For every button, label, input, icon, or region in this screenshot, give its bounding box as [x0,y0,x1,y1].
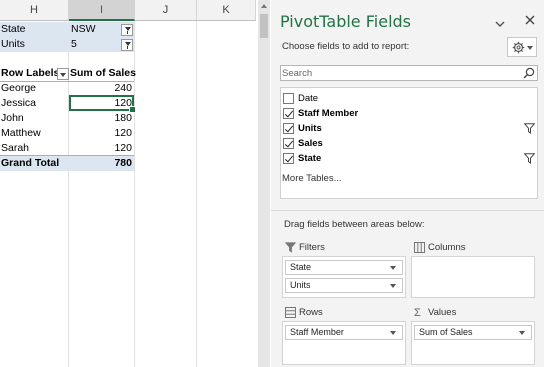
pivot-row-value[interactable]: 120 [69,141,134,156]
gear-icon [512,41,525,57]
filter-dropdown-units-icon[interactable] [121,39,133,51]
filter-field-units[interactable]: Units [0,37,69,52]
values-drop-zone[interactable]: Sum of Sales [411,321,535,365]
active-cell-cursor [69,95,136,113]
field-label: Units [298,123,322,134]
more-tables-link[interactable]: More Tables... [281,173,342,184]
field-item-units[interactable]: Units [283,122,536,137]
columns-drop-zone[interactable] [411,256,535,298]
chip-label: Sum of Sales [419,327,473,337]
field-item-state[interactable]: State [283,152,536,167]
filters-area-label: Filters [299,242,325,253]
close-icon[interactable] [525,14,535,28]
rows-chip-staff-member[interactable]: Staff Member [285,325,403,340]
scrollbar-thumb[interactable] [260,14,268,38]
columns-area-label: Columns [428,242,466,253]
chip-label: State [290,262,312,272]
sum-of-sales-header[interactable]: Sum of Sales [69,66,136,81]
field-checkbox[interactable] [283,123,294,134]
pivot-row-value[interactable]: 240 [69,81,134,96]
chevron-down-icon [527,46,533,50]
pane-title: PivotTable Fields [280,12,411,31]
filter-field-state[interactable]: State [0,22,69,37]
field-label: Staff Member [298,108,359,119]
scroll-up-arrow-icon[interactable] [261,4,267,8]
chip-label: Staff Member [290,327,344,337]
rows-drop-zone[interactable]: Staff Member [282,321,406,365]
chevron-down-icon[interactable] [390,284,396,288]
grand-total-value[interactable]: 780 [69,156,134,171]
field-search-box[interactable] [280,65,538,81]
filters-chip-state[interactable]: State [285,260,403,275]
pivot-row-label[interactable]: Sarah [0,141,69,156]
field-label: Date [298,93,319,104]
rows-area: Rows Staff Member [282,306,406,365]
field-checkbox[interactable] [283,138,294,149]
filters-area: Filters State Units [282,241,406,299]
chevron-down-icon[interactable] [390,331,396,335]
values-area: Σ Values Sum of Sales [411,306,535,365]
gridline [196,21,197,367]
values-area-label: Values [428,307,457,318]
pivot-row-value[interactable]: 180 [69,111,134,126]
field-label: State [298,153,322,164]
filter-dropdown-state-icon[interactable] [121,24,133,36]
column-header-i[interactable]: I [69,0,135,21]
grand-total-label[interactable]: Grand Total [0,156,69,171]
chevron-down-icon[interactable] [390,266,396,270]
pivot-row-label[interactable]: George [0,81,69,96]
pivot-row-label[interactable]: Jessica [0,96,69,111]
field-label: Sales [298,138,323,149]
worksheet-area[interactable]: H I J K State NSW Units 5 Row Labels Sum… [0,0,256,367]
values-chip-sum-of-sales[interactable]: Sum of Sales [414,325,532,340]
vertical-scrollbar[interactable] [258,0,270,367]
filter-funnel-icon[interactable] [523,123,536,137]
pivot-row-label[interactable]: Matthew [0,126,69,141]
drag-fields-label: Drag fields between areas below: [284,219,425,230]
field-checkbox[interactable] [283,153,294,164]
row-labels-dropdown-icon[interactable] [57,68,69,80]
field-item-sales[interactable]: Sales [283,137,535,151]
rows-area-header: Rows [282,306,406,320]
sigma-icon: Σ [414,307,421,319]
columns-area-header: Columns [411,241,535,255]
field-item-staff-member[interactable]: Staff Member [283,107,535,121]
row-labels-header[interactable]: Row Labels [0,66,59,81]
chip-label: Units [290,280,311,290]
pivot-row-label[interactable]: John [0,111,69,126]
field-checkbox[interactable] [283,108,294,119]
pane-options-chevron-icon[interactable] [495,17,505,31]
field-list-settings-button[interactable] [507,37,537,57]
filters-drop-zone[interactable]: State Units [282,256,406,298]
field-item-date[interactable]: Date [283,92,535,106]
columns-area: Columns [411,241,535,299]
search-icon[interactable] [523,67,535,82]
field-list: Date Staff Member Units Sales State More… [280,87,538,199]
filters-area-header: Filters [282,241,406,255]
search-input[interactable] [282,66,518,80]
pivottable-fields-pane: PivotTable Fields Choose fields to add t… [271,0,544,367]
pane-splitter[interactable] [271,210,544,211]
column-header-j[interactable]: J [135,0,197,21]
choose-fields-label: Choose fields to add to report: [282,41,410,52]
field-checkbox[interactable] [283,93,294,104]
filter-funnel-icon[interactable] [523,153,536,167]
values-area-header: Σ Values [411,306,535,320]
chevron-down-icon[interactable] [519,331,525,335]
column-header-k[interactable]: K [197,0,256,21]
column-header-h[interactable]: H [0,0,69,21]
rows-area-label: Rows [299,307,323,318]
pivot-row-value[interactable]: 120 [69,126,134,141]
filters-chip-units[interactable]: Units [285,278,403,293]
